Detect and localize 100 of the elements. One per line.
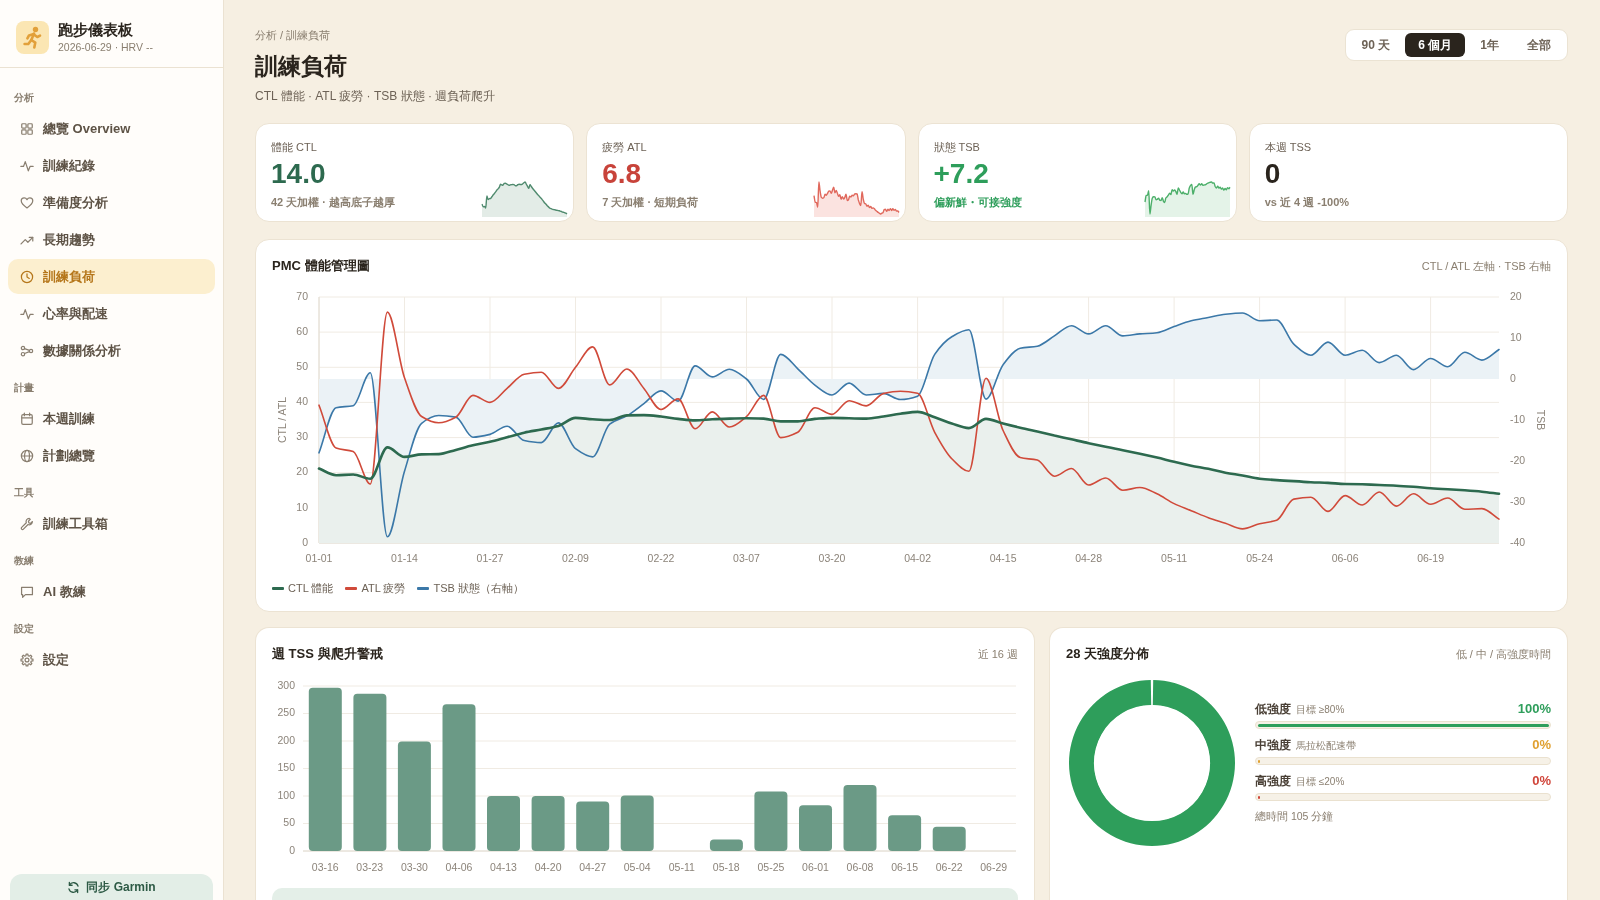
axis-tick: 01-01 bbox=[305, 551, 333, 564]
axis-tick: 06-22 bbox=[935, 860, 963, 873]
axis-tick: 30 bbox=[296, 430, 308, 443]
sync-button[interactable]: 同步 Garmin bbox=[10, 874, 213, 900]
chart-bar bbox=[843, 785, 877, 851]
axis-tick: 10 bbox=[296, 500, 308, 513]
axis-tick: 50 bbox=[296, 360, 308, 373]
kpi-value: 14.0 bbox=[271, 158, 326, 190]
nav-section-label: 分析 bbox=[14, 91, 34, 105]
axis-tick: 01-27 bbox=[476, 551, 504, 564]
axis-tick: 03-07 bbox=[733, 551, 760, 564]
axis-tick: 06-29 bbox=[980, 860, 1008, 873]
intensity-percent: 100% bbox=[1517, 701, 1551, 716]
grid-icon bbox=[20, 121, 34, 136]
kpi-note: vs 近 4 週 -100% bbox=[1264, 195, 1350, 209]
nav-item[interactable]: 長期趨勢 bbox=[8, 222, 215, 257]
axis-tick: 05-04 bbox=[623, 860, 651, 873]
legend-label: TSB 狀態（右軸） bbox=[433, 580, 524, 596]
axis-tick: 0 bbox=[302, 535, 308, 548]
axis-tick: 70 bbox=[296, 289, 308, 302]
axis-tick: -10 bbox=[1510, 412, 1526, 425]
axis-tick: 04-02 bbox=[904, 551, 932, 564]
intensity-percent: 0% bbox=[1532, 773, 1551, 788]
intensity-total: 總時間 105 分鐘 bbox=[1255, 809, 1334, 823]
globe-icon bbox=[20, 448, 34, 463]
axis-tick: 20 bbox=[296, 465, 308, 478]
nav-item[interactable]: 計劃總覽 bbox=[8, 438, 215, 473]
card-title: PMC 體能管理圖 bbox=[272, 257, 370, 275]
kpi-value: +7.2 bbox=[933, 158, 989, 190]
axis-tick: 05-11 bbox=[1161, 551, 1188, 564]
kpi-value: 0 bbox=[1264, 158, 1281, 190]
kpi-label: 疲勞 ATL bbox=[602, 140, 647, 154]
axis-tick: 04-13 bbox=[490, 860, 517, 873]
axis-tick: 02-22 bbox=[647, 551, 675, 564]
axis-tick: 10 bbox=[1510, 330, 1522, 343]
nav-item[interactable]: 訓練紀錄 bbox=[8, 148, 215, 183]
kpi-note: 7 天加權 · 短期負荷 bbox=[602, 195, 699, 209]
intensity-target: 目標 ≥80% bbox=[1296, 703, 1345, 717]
intensity-target: 目標 ≤20% bbox=[1296, 775, 1345, 789]
axis-tick: 06-06 bbox=[1331, 551, 1359, 564]
axis-tick: 150 bbox=[277, 761, 295, 774]
intensity-label: 中強度 bbox=[1255, 737, 1291, 754]
kpi-label: 本週 TSS bbox=[1264, 140, 1312, 154]
card-title: 28 天強度分佈 bbox=[1066, 645, 1150, 663]
axis-tick: 100 bbox=[277, 788, 295, 801]
pulse-icon bbox=[20, 306, 34, 321]
intensity-label: 高強度 bbox=[1255, 773, 1291, 790]
axis-tick: 05-18 bbox=[712, 860, 740, 873]
nav-item[interactable]: 準備度分析 bbox=[8, 185, 215, 220]
axis-tick: 250 bbox=[277, 706, 295, 719]
chart-bar bbox=[754, 791, 788, 851]
card-meta: CTL / ATL 左軸 · TSB 右軸 bbox=[1421, 259, 1551, 274]
axis-tick: -20 bbox=[1510, 453, 1526, 466]
axis-tick: 04-27 bbox=[579, 860, 607, 873]
line-swatch-icon bbox=[345, 586, 358, 590]
nav-item[interactable]: 本週訓練 bbox=[8, 401, 215, 436]
settings-icon bbox=[20, 652, 34, 667]
nav-item[interactable]: 總覽 Overview bbox=[8, 111, 215, 146]
chart-bar bbox=[709, 839, 743, 851]
app-title: 跑步儀表板 bbox=[58, 20, 134, 39]
chat-icon bbox=[20, 584, 34, 599]
card-meta: 低 / 中 / 高強度時間 bbox=[1455, 647, 1551, 662]
axis-tick: 03-16 bbox=[311, 860, 339, 873]
chart-bar bbox=[888, 815, 922, 852]
app-subtitle: 2026-06-29 · HRV -- bbox=[58, 40, 153, 54]
axis-tick: 03-30 bbox=[400, 860, 428, 873]
chart-bar bbox=[620, 795, 654, 851]
range-tab[interactable]: 90 天 bbox=[1348, 33, 1404, 57]
nav-section-label: 計畫 bbox=[14, 381, 34, 395]
nav-item[interactable]: 設定 bbox=[8, 642, 215, 677]
axis-tick: 03-23 bbox=[356, 860, 384, 873]
nav-item[interactable]: 心率與配速 bbox=[8, 296, 215, 331]
intensity-label: 低強度 bbox=[1255, 701, 1291, 718]
wrench-icon bbox=[20, 516, 34, 531]
nav-section-label: 工具 bbox=[14, 486, 34, 500]
chart-bar bbox=[932, 826, 966, 851]
calendar-icon bbox=[20, 411, 34, 426]
axis-tick: 200 bbox=[277, 733, 295, 746]
kpi-label: 體能 CTL bbox=[271, 140, 317, 154]
axis-tick: 06-01 bbox=[802, 860, 829, 873]
axis-tick: 05-11 bbox=[668, 860, 695, 873]
axis-title: TSB bbox=[1535, 409, 1548, 431]
line-swatch-icon bbox=[272, 586, 284, 590]
axis-tick: 0 bbox=[289, 843, 295, 856]
nav-section-label: 設定 bbox=[14, 622, 34, 636]
nav-item[interactable]: 數據關係分析 bbox=[8, 333, 215, 368]
nav-item[interactable]: AI 教練 bbox=[8, 574, 215, 609]
range-tab[interactable]: 1年 bbox=[1467, 33, 1512, 57]
intensity-target: 馬拉松配速帶 bbox=[1296, 739, 1356, 753]
page-subtitle: CTL 體能 · ATL 疲勞 · TSB 狀態 · 週負荷爬升 bbox=[255, 88, 496, 104]
axis-tick: 300 bbox=[277, 678, 295, 691]
range-tab[interactable]: 6 個月 bbox=[1405, 33, 1466, 57]
axis-tick: 02-09 bbox=[562, 551, 589, 564]
axis-tick: 50 bbox=[283, 816, 295, 829]
range-tab[interactable]: 全部 bbox=[1514, 33, 1564, 57]
axis-tick: 06-08 bbox=[846, 860, 874, 873]
axis-tick: 04-28 bbox=[1075, 551, 1103, 564]
axis-tick: 04-20 bbox=[534, 860, 562, 873]
clock-icon bbox=[20, 269, 34, 284]
nav-item[interactable]: 訓練工具箱 bbox=[8, 506, 215, 541]
